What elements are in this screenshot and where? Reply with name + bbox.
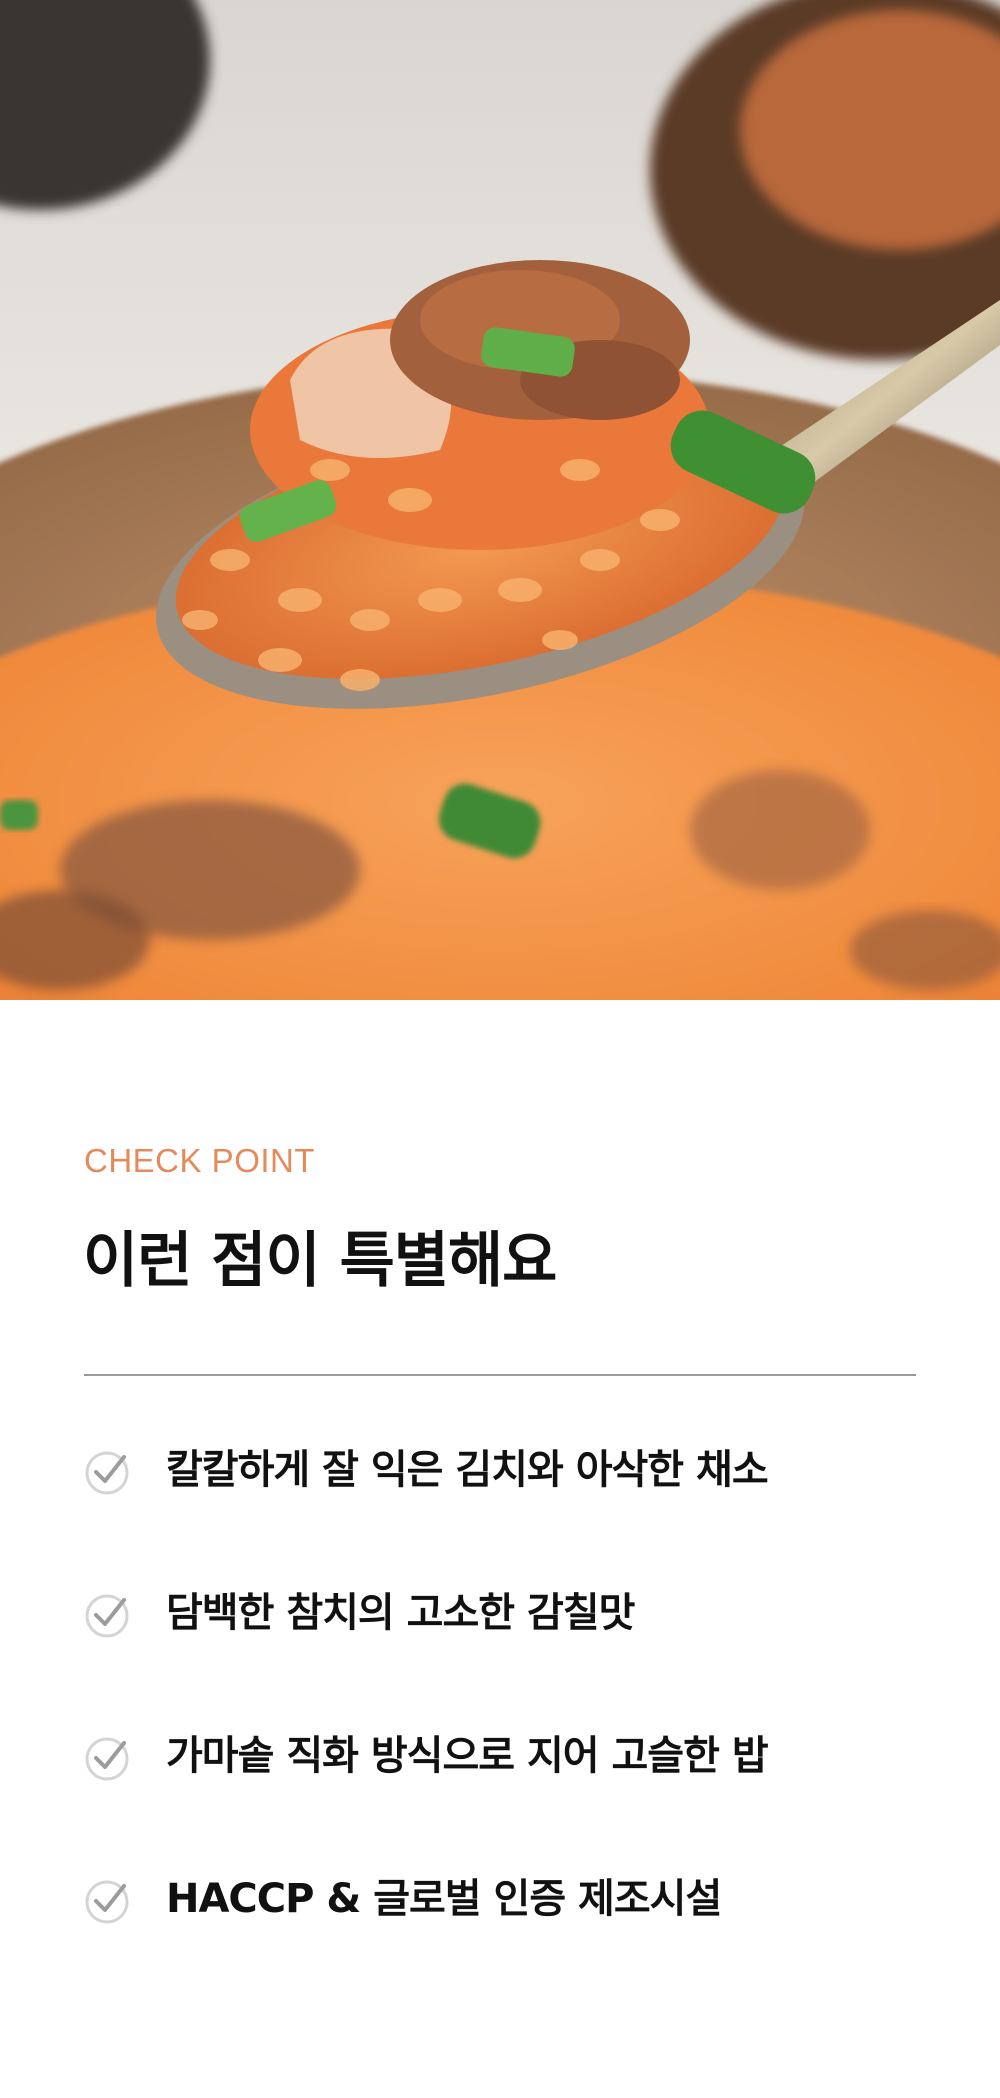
feature-list: 칼칼하게 잘 익은 김치와 아삭한 채소 담백한 참치의 고소한 감칠맛 가마솥…: [84, 1440, 944, 2012]
list-item: 가마솥 직화 방식으로 지어 고슬한 밥: [84, 1726, 944, 1869]
list-item: 칼칼하게 잘 익은 김치와 아삭한 채소: [84, 1440, 944, 1583]
check-icon: [85, 1451, 129, 1495]
hero-food-photo: [0, 0, 1000, 1000]
section-title: 이런 점이 특별해요: [83, 1226, 557, 1296]
check-point-section: CHECK POINT 이런 점이 특별해요 칼칼하게 잘 익은 김치와 아삭한…: [0, 1000, 1000, 2098]
check-icon: [85, 1880, 129, 1924]
list-item: 담백한 참치의 고소한 감칠맛: [84, 1583, 944, 1726]
list-item: HACCP & 글로벌 인증 제조시설: [84, 1869, 944, 2012]
check-icon: [85, 1594, 129, 1638]
section-eyebrow: CHECK POINT: [84, 1142, 316, 1179]
check-icon: [85, 1737, 129, 1781]
fried-rice-spoon-illustration: [0, 0, 1000, 1000]
feature-text: 담백한 참치의 고소한 감칠맛: [166, 1590, 635, 1636]
feature-text: 칼칼하게 잘 익은 김치와 아삭한 채소: [166, 1447, 769, 1493]
feature-text: HACCP & 글로벌 인증 제조시설: [166, 1876, 722, 1922]
feature-text: 가마솥 직화 방식으로 지어 고슬한 밥: [166, 1733, 769, 1779]
divider: [84, 1374, 916, 1376]
